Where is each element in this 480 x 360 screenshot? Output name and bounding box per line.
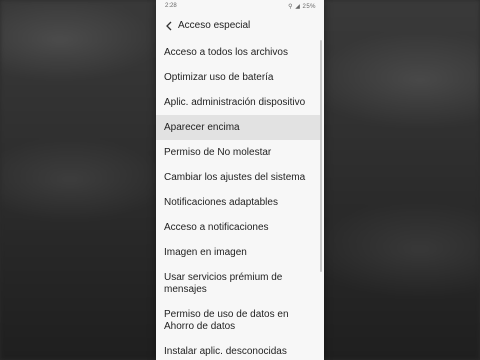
scrollbar[interactable] (320, 40, 322, 272)
list-item-adaptive-notifications[interactable]: Notificaciones adaptables (156, 190, 320, 215)
list-item-data-saver[interactable]: Permiso de uso de datos en Ahorro de dat… (156, 302, 320, 339)
page-title: Acceso especial (178, 20, 251, 31)
settings-list: Acceso a todos los archivos Optimizar us… (156, 40, 324, 360)
list-item-battery-optimization[interactable]: Optimizar uso de batería (156, 65, 320, 90)
list-item-all-files-access[interactable]: Acceso a todos los archivos (156, 40, 320, 65)
list-item-do-not-disturb[interactable]: Permiso de No molestar (156, 140, 320, 165)
status-bar: 2:28 ⚲ ◢ 25% (156, 0, 324, 14)
app-bar: Acceso especial (156, 14, 324, 38)
status-time: 2:28 (165, 3, 177, 9)
list-item-device-admin-apps[interactable]: Aplic. administración dispositivo (156, 90, 320, 115)
list-item-picture-in-picture[interactable]: Imagen en imagen (156, 240, 320, 265)
chevron-left-icon[interactable] (164, 20, 176, 32)
phone-screen: 2:28 ⚲ ◢ 25% Acceso especial Acceso a to… (156, 0, 324, 360)
list-item-unknown-apps[interactable]: Instalar aplic. desconocidas (156, 339, 320, 360)
list-item-display-over-apps[interactable]: Aparecer encima (156, 115, 320, 140)
list-item-notification-access[interactable]: Acceso a notificaciones (156, 215, 320, 240)
list-item-premium-sms[interactable]: Usar servicios prémium de mensajes (156, 265, 320, 302)
status-icons: ⚲ ◢ 25% (288, 4, 316, 10)
list-item-modify-system-settings[interactable]: Cambiar los ajustes del sistema (156, 165, 320, 190)
